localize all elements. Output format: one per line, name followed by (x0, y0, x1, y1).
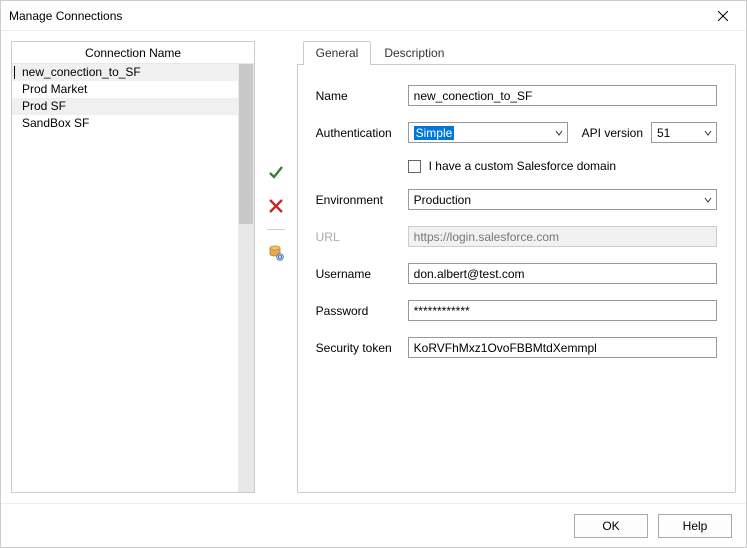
name-label: Name (316, 89, 408, 103)
check-icon (268, 164, 284, 180)
accept-button[interactable] (265, 161, 287, 183)
api-version-label: API version (582, 126, 643, 140)
security-token-label: Security token (316, 341, 408, 355)
password-field[interactable] (408, 300, 717, 321)
tab-description[interactable]: Description (371, 41, 457, 65)
custom-domain-label: I have a custom Salesforce domain (429, 159, 616, 173)
window-title: Manage Connections (9, 9, 708, 23)
close-button[interactable] (708, 1, 738, 31)
cross-icon (269, 199, 283, 213)
list-item[interactable]: new_conection_to_SF (12, 64, 238, 81)
chevron-down-icon (553, 127, 565, 139)
chevron-down-icon (702, 127, 714, 139)
scrollbar-vertical[interactable] (238, 64, 254, 492)
url-field (408, 226, 717, 247)
column-header-name[interactable]: Connection Name (12, 42, 254, 64)
close-icon (718, 11, 728, 21)
list-item[interactable]: SandBox SF (12, 115, 238, 132)
list-item[interactable]: Prod Market (12, 81, 238, 98)
environment-label: Environment (316, 193, 408, 207)
database-link-icon (268, 245, 284, 261)
connection-list: Connection Name new_conection_to_SF Prod… (11, 41, 255, 493)
list-item[interactable]: Prod SF (12, 98, 238, 115)
url-label: URL (316, 230, 408, 244)
connection-button[interactable] (265, 242, 287, 264)
scrollbar-thumb[interactable] (239, 64, 253, 224)
username-label: Username (316, 267, 408, 281)
environment-select[interactable]: Production (408, 189, 717, 210)
tab-panel-general: Name Authentication Simple API version (297, 64, 736, 493)
ok-button[interactable]: OK (574, 514, 648, 538)
tab-general[interactable]: General (303, 41, 372, 65)
toolbar-divider (267, 229, 285, 230)
chevron-down-icon (702, 194, 714, 206)
help-button[interactable]: Help (658, 514, 732, 538)
api-version-select[interactable]: 51 (651, 122, 717, 143)
authentication-label: Authentication (316, 126, 408, 140)
password-label: Password (316, 304, 408, 318)
name-field[interactable] (408, 85, 717, 106)
authentication-select[interactable]: Simple (408, 122, 568, 143)
security-token-field[interactable] (408, 337, 717, 358)
username-field[interactable] (408, 263, 717, 284)
custom-domain-checkbox[interactable] (408, 160, 421, 173)
reject-button[interactable] (265, 195, 287, 217)
